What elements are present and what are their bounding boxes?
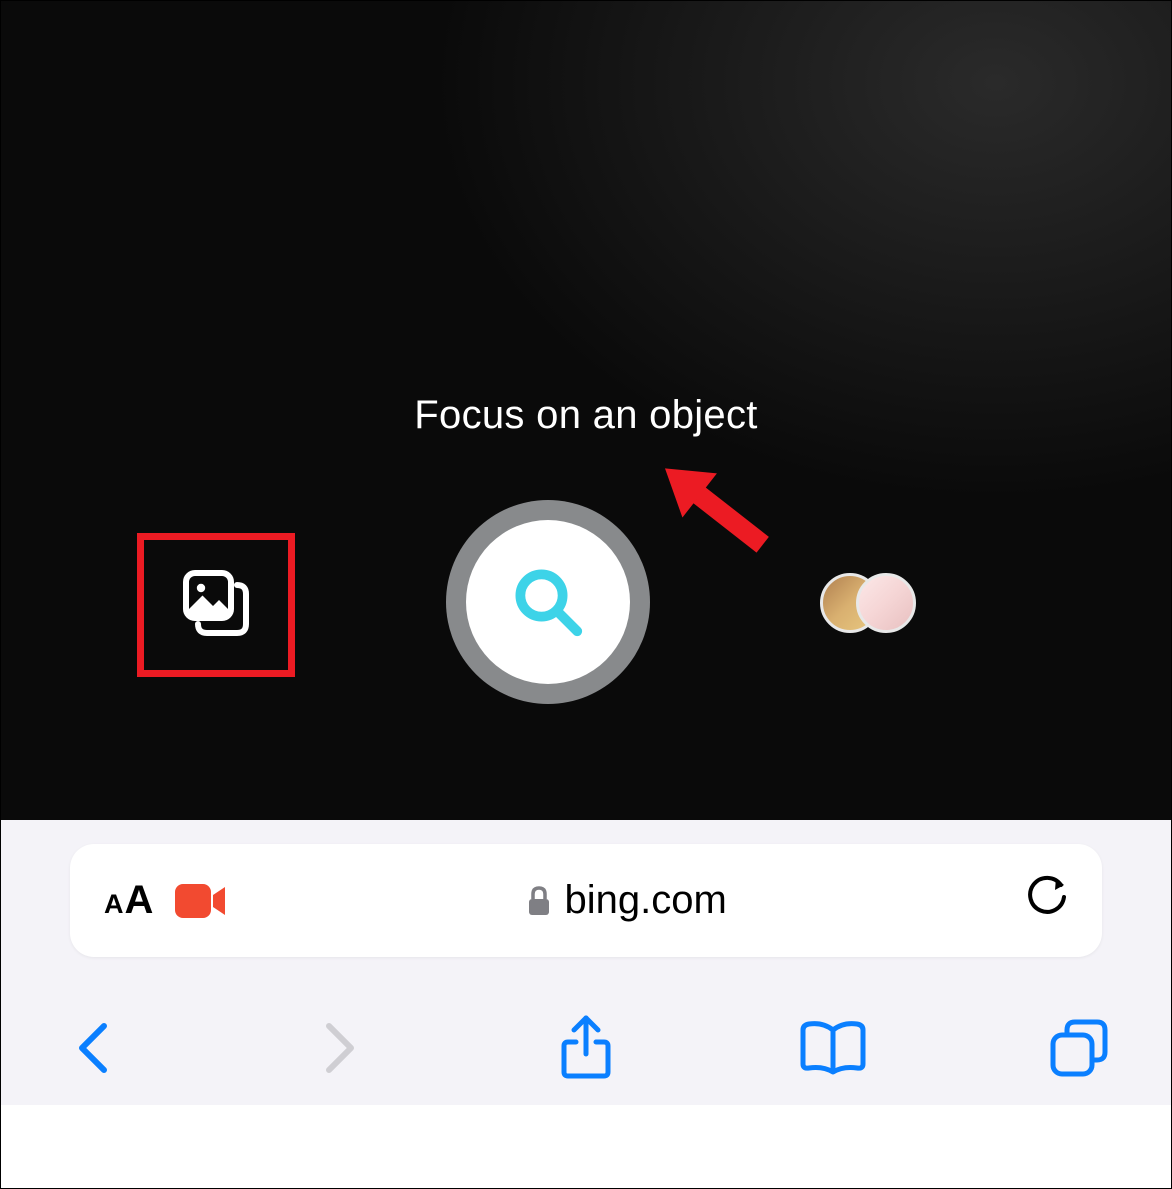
aa-small-letter: A [104,889,124,920]
share-icon [560,1014,612,1082]
annotation-highlight-box [137,533,295,677]
share-button[interactable] [552,1014,620,1082]
url-display[interactable]: bing.com [227,878,1026,923]
forward-button [306,1014,374,1082]
lock-icon [527,885,551,917]
recent-thumbnail-2 [856,573,916,633]
back-button[interactable] [59,1014,127,1082]
address-bar[interactable]: A A bing.com [70,844,1102,957]
url-text: bing.com [565,878,727,923]
reload-icon [1026,875,1068,921]
chevron-left-icon [76,1020,110,1076]
aa-large-letter: A [125,878,154,923]
gallery-icon [180,567,252,639]
address-bar-area: A A bing.com [1,820,1171,990]
camera-viewport: Focus on an object [1,1,1171,820]
visual-search-button[interactable] [446,500,650,704]
gallery-button[interactable] [180,567,252,644]
search-icon [509,563,587,641]
screen-recording-indicator[interactable] [175,882,227,920]
reader-text-size-button[interactable]: A A [104,878,153,923]
chevron-right-icon [323,1020,357,1076]
recent-searches-button[interactable] [820,573,920,637]
annotation-arrow-icon [637,449,797,569]
tabs-button[interactable] [1045,1014,1113,1082]
browser-toolbar [1,990,1171,1105]
reload-button[interactable] [1026,875,1068,926]
video-camera-icon [175,882,227,920]
book-icon [799,1020,867,1076]
bookmarks-button[interactable] [799,1014,867,1082]
camera-hint-text: Focus on an object [414,393,757,438]
visual-search-button-inner [466,520,630,684]
tabs-icon [1049,1018,1109,1078]
